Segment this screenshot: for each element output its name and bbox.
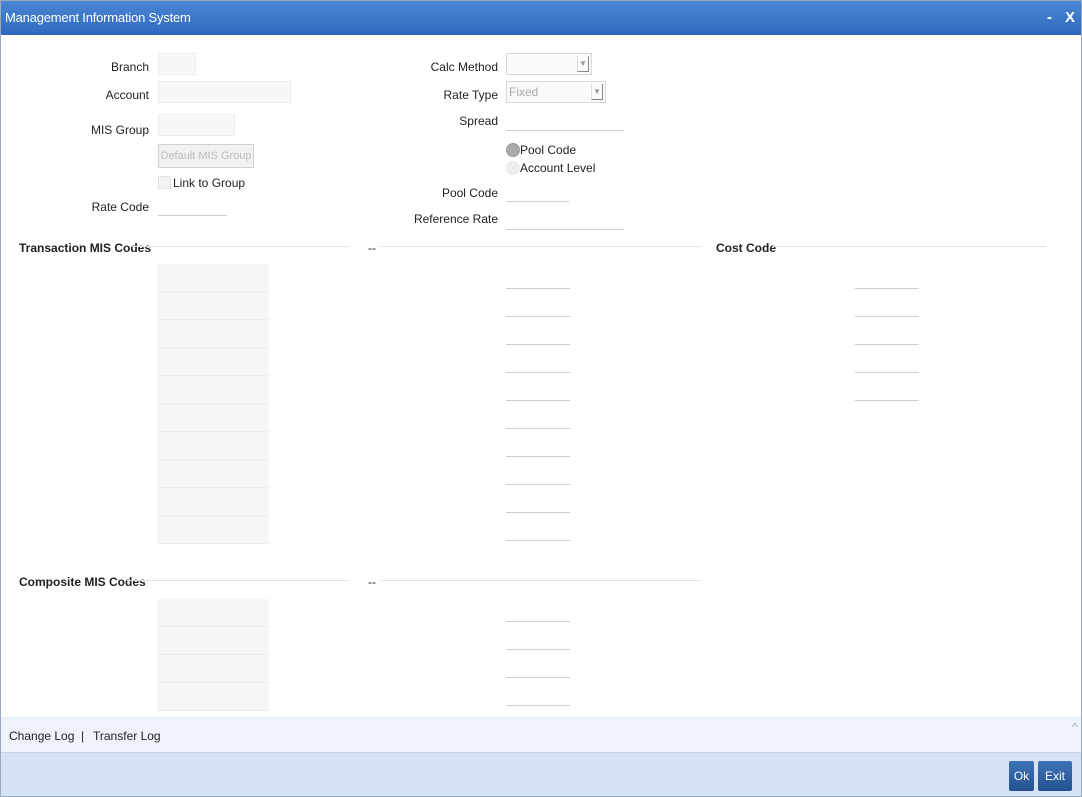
code-input[interactable] — [506, 316, 570, 317]
mis-code-input[interactable] — [157, 627, 269, 655]
divider — [127, 580, 349, 581]
code-input[interactable] — [506, 649, 570, 650]
rate-code-label: Rate Code — [91, 200, 149, 214]
mis-code-input[interactable] — [157, 432, 269, 460]
mis-code-input[interactable] — [157, 460, 269, 488]
log-separator: | — [81, 729, 85, 743]
chevron-down-icon: ▼ — [577, 56, 589, 72]
mis-code-input[interactable] — [157, 264, 269, 292]
title-bar: Management Information System - X — [1, 1, 1081, 35]
code-input[interactable] — [506, 344, 570, 345]
code-input[interactable] — [855, 344, 919, 345]
reference-rate-label: Reference Rate — [413, 212, 498, 226]
mis-code-input[interactable] — [157, 404, 269, 432]
branch-input[interactable] — [158, 53, 196, 75]
mis-code-input[interactable] — [157, 320, 269, 348]
divider — [773, 246, 1046, 247]
divider — [381, 580, 701, 581]
mis-code-input[interactable] — [157, 683, 269, 711]
composite-mis-codes-title: Composite MIS Codes — [19, 575, 146, 589]
account-level-radio[interactable] — [506, 161, 520, 175]
account-level-option-label: Account Level — [520, 161, 596, 175]
transfer-log-link[interactable]: Transfer Log — [93, 729, 161, 743]
code-input[interactable] — [506, 456, 570, 457]
pool-code-label: Pool Code — [441, 186, 498, 200]
log-bar: Change Log | Transfer Log ^ — [1, 717, 1081, 753]
code-input[interactable] — [506, 400, 570, 401]
account-label: Account — [105, 88, 149, 102]
code-input[interactable] — [506, 288, 570, 289]
transaction-mid-label: -- — [368, 241, 376, 255]
divider — [132, 246, 349, 247]
mis-code-input[interactable] — [157, 348, 269, 376]
calc-method-select[interactable]: ▼ — [506, 53, 592, 75]
minimize-button[interactable]: - — [1047, 9, 1052, 26]
close-button[interactable]: X — [1065, 9, 1075, 26]
code-input[interactable] — [506, 372, 570, 373]
code-input[interactable] — [855, 400, 919, 401]
rate-type-value: Fixed — [509, 85, 539, 99]
mis-code-input[interactable] — [157, 292, 269, 320]
change-log-link[interactable]: Change Log — [9, 729, 74, 743]
rate-type-select[interactable]: Fixed ▼ — [506, 81, 606, 103]
spread-label: Spread — [459, 114, 498, 128]
link-to-group-label: Link to Group — [173, 176, 246, 190]
code-input[interactable] — [855, 372, 919, 373]
chevron-down-icon: ▼ — [591, 84, 603, 100]
transaction-mis-codes-title: Transaction MIS Codes — [19, 241, 152, 255]
spread-input[interactable] — [506, 110, 624, 131]
calc-method-label: Calc Method — [430, 60, 498, 74]
code-input[interactable] — [506, 428, 570, 429]
pool-code-radio[interactable] — [506, 143, 520, 157]
pool-code-input[interactable] — [506, 181, 569, 202]
link-to-group-checkbox[interactable] — [158, 176, 171, 189]
composite-mid-label: -- — [368, 575, 376, 589]
action-bar: Ok Exit — [1, 752, 1081, 796]
mis-group-input[interactable] — [158, 114, 235, 136]
divider — [381, 246, 701, 247]
mis-window: Management Information System - X Branch… — [0, 0, 1082, 797]
mis-code-input[interactable] — [157, 376, 269, 404]
collapse-icon[interactable]: ^ — [1072, 720, 1078, 734]
mis-group-label: MIS Group — [90, 123, 149, 137]
exit-button[interactable]: Exit — [1038, 761, 1072, 791]
code-input[interactable] — [855, 288, 919, 289]
mis-code-input[interactable] — [157, 488, 269, 516]
rate-type-label: Rate Type — [443, 88, 498, 102]
code-input[interactable] — [506, 621, 570, 622]
ok-button[interactable]: Ok — [1009, 761, 1034, 791]
code-input[interactable] — [506, 484, 570, 485]
code-input[interactable] — [506, 677, 570, 678]
mis-code-input[interactable] — [157, 516, 269, 544]
reference-rate-input[interactable] — [506, 209, 624, 230]
default-mis-group-button[interactable]: Default MIS Group — [158, 144, 254, 168]
mis-code-input[interactable] — [157, 655, 269, 683]
rate-code-input[interactable] — [158, 195, 227, 216]
code-input[interactable] — [506, 512, 570, 513]
code-input[interactable] — [506, 540, 570, 541]
cost-code-title: Cost Code — [716, 241, 776, 255]
account-input[interactable] — [158, 81, 291, 103]
window-title: Management Information System — [5, 10, 191, 25]
pool-code-option-label: Pool Code — [520, 143, 577, 157]
code-input[interactable] — [506, 705, 570, 706]
code-input[interactable] — [855, 316, 919, 317]
branch-label: Branch — [110, 60, 149, 74]
mis-code-input[interactable] — [157, 599, 269, 627]
